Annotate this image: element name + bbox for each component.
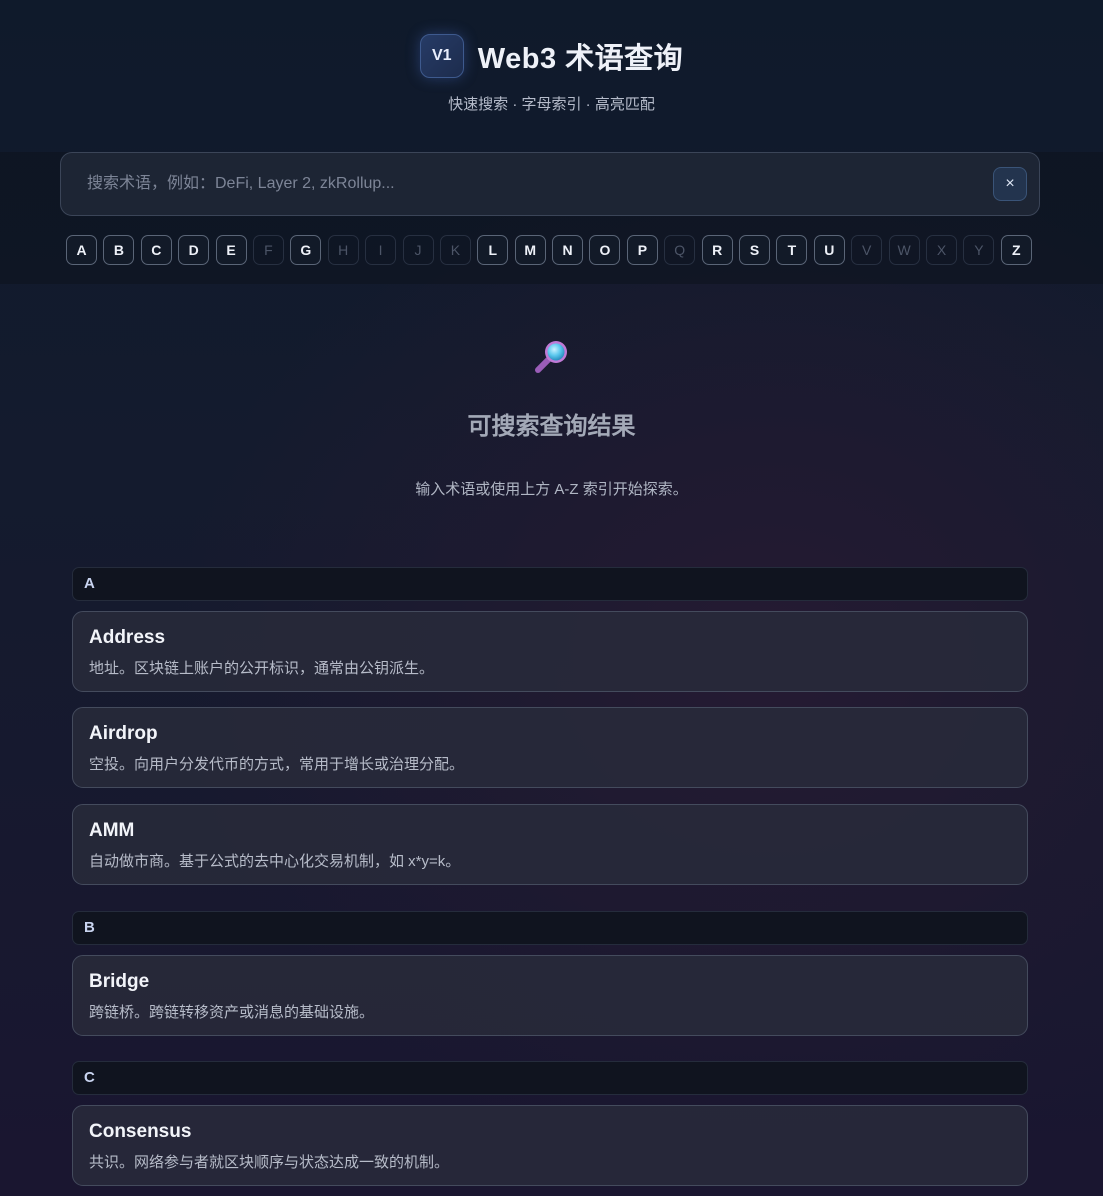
az-letter-u[interactable]: U	[813, 235, 845, 265]
az-letter-t[interactable]: T	[776, 235, 808, 265]
az-letter-e[interactable]: E	[215, 235, 247, 265]
magnifier-icon	[534, 341, 567, 373]
az-letter-y: Y	[963, 235, 995, 265]
page-header: V1 Web3 术语查询 快速搜索 · 字母索引 · 高亮匹配	[0, 0, 1103, 152]
term-title: AMM	[89, 820, 135, 841]
term-card-airdrop[interactable]: Airdrop 空投。向用户分发代币的方式，常用于增长或治理分配。	[72, 707, 1028, 788]
page-title: Web3 术语查询	[477, 43, 684, 75]
term-definition: 自动做市商。基于公式的去中心化交易机制，如 x*y=k。	[89, 853, 461, 870]
section-header-b: B	[72, 911, 1028, 945]
empty-state: 可搜索查询结果 输入术语或使用上方 A-Z 索引开始探索。	[0, 336, 1103, 498]
az-letter-z[interactable]: Z	[1000, 235, 1032, 265]
close-icon: ×	[1005, 175, 1015, 192]
az-letter-n[interactable]: N	[552, 235, 584, 265]
az-letter-a[interactable]: A	[66, 235, 97, 265]
term-title: Consensus	[89, 1121, 192, 1142]
az-letter-o[interactable]: O	[589, 235, 621, 265]
az-letter-c[interactable]: C	[140, 235, 172, 265]
term-definition: 地址。区块链上账户的公开标识，通常由公钥派生。	[89, 660, 435, 677]
term-card-consensus[interactable]: Consensus 共识。网络参与者就区块顺序与状态达成一致的机制。	[72, 1105, 1028, 1186]
az-letter-i: I	[365, 235, 397, 265]
search-box: ×	[60, 152, 1040, 216]
az-letter-m[interactable]: M	[514, 235, 546, 265]
brand: V1 Web3 术语查询	[0, 34, 1103, 78]
empty-state-title: 可搜索查询结果	[467, 413, 636, 440]
page-subtitle: 快速搜索 · 字母索引 · 高亮匹配	[448, 96, 655, 113]
term-title: Airdrop	[89, 723, 158, 744]
az-letter-g[interactable]: G	[290, 235, 322, 265]
term-definition: 空投。向用户分发代币的方式，常用于增长或治理分配。	[89, 756, 465, 773]
az-letter-v: V	[851, 235, 883, 265]
term-title: Address	[89, 627, 166, 648]
az-letter-w: W	[888, 235, 920, 265]
az-letter-f: F	[252, 235, 284, 265]
az-letter-q: Q	[664, 235, 696, 265]
search-input[interactable]	[87, 153, 967, 215]
az-letter-x: X	[925, 235, 957, 265]
term-definition: 共识。网络参与者就区块顺序与状态达成一致的机制。	[89, 1154, 450, 1171]
clear-search-button[interactable]: ×	[993, 167, 1027, 201]
term-definition: 跨链桥。跨链转移资产或消息的基础设施。	[89, 1004, 375, 1021]
az-letter-h: H	[327, 235, 359, 265]
az-letter-j: J	[402, 235, 434, 265]
az-letter-k: K	[439, 235, 471, 265]
empty-state-description: 输入术语或使用上方 A-Z 索引开始探索。	[415, 481, 688, 498]
az-letter-l[interactable]: L	[477, 235, 509, 265]
term-card-address[interactable]: Address 地址。区块链上账户的公开标识，通常由公钥派生。	[72, 611, 1028, 692]
section-header-c: C	[72, 1061, 1028, 1095]
term-title: Bridge	[89, 971, 150, 992]
az-letter-d[interactable]: D	[178, 235, 210, 265]
az-letter-p[interactable]: P	[626, 235, 658, 265]
section-header-a: A	[72, 567, 1028, 601]
az-letter-r[interactable]: R	[701, 235, 733, 265]
term-card-bridge[interactable]: Bridge 跨链桥。跨链转移资产或消息的基础设施。	[72, 955, 1028, 1036]
az-index: ABCDEFGHIJKLMNOPQRSTUVWXYZ	[66, 235, 1032, 265]
az-letter-s[interactable]: S	[739, 235, 771, 265]
az-letter-b[interactable]: B	[103, 235, 135, 265]
logo-badge: V1	[419, 34, 464, 78]
term-card-amm[interactable]: AMM 自动做市商。基于公式的去中心化交易机制，如 x*y=k。	[72, 804, 1028, 885]
